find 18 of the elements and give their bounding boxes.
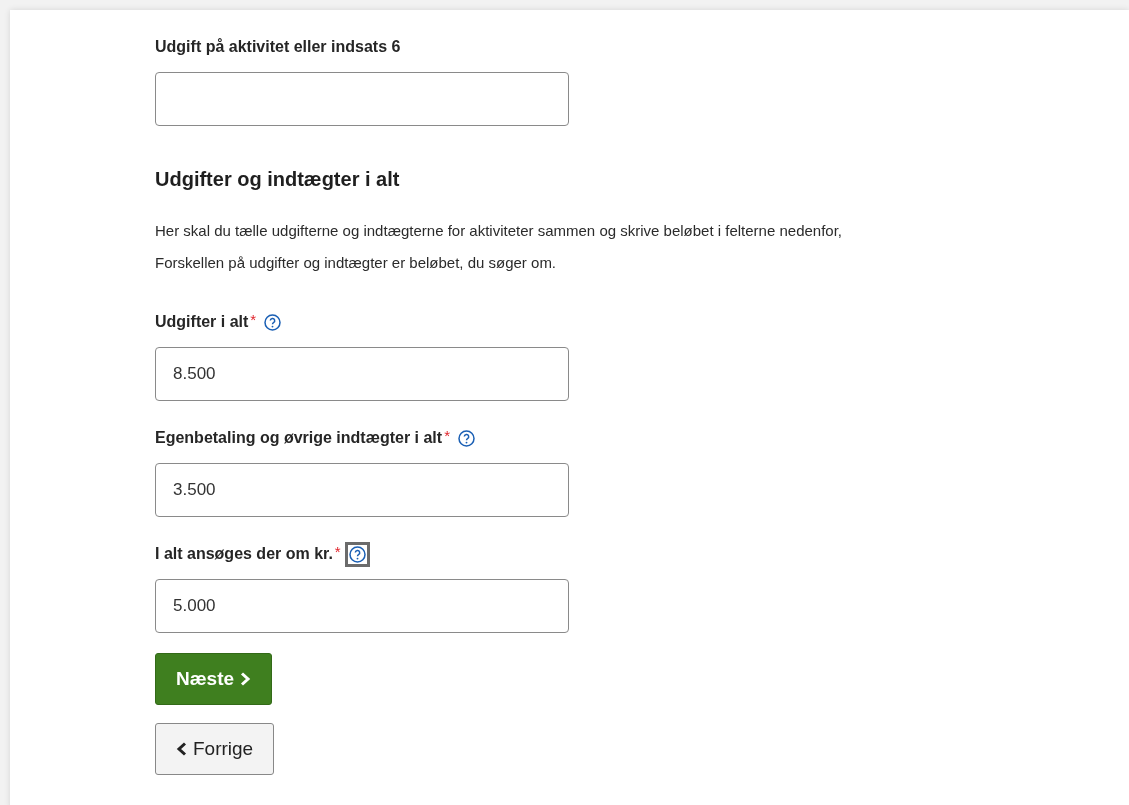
next-button[interactable]: Næste xyxy=(155,653,273,705)
section-heading: Udgifter og indtægter i alt xyxy=(155,168,400,191)
help-icon[interactable] xyxy=(344,541,370,567)
chevron-right-icon xyxy=(240,672,252,686)
field-label: Udgifter i alt xyxy=(155,313,249,331)
section-description: Her skal du tælle udgifterne og indtægterne for aktiviteter sammen og skrive beløbet i felterne nedenfor, Forskellen på udgifter og indtægter er beløbet, du søger om. xyxy=(155,221,843,273)
input-field[interactable]: 8.500 xyxy=(155,347,569,401)
field-label: Udgift på aktivitet eller indsats 6 xyxy=(155,38,401,56)
input-field[interactable]: 3.500 xyxy=(155,463,569,517)
field-label: Egenbetaling og øvrige indtægter i alt xyxy=(155,429,443,447)
required-marker: * xyxy=(334,543,341,560)
previous-button[interactable]: Forrige xyxy=(155,723,275,775)
required-marker: * xyxy=(250,311,257,328)
field-label: I alt ansøges der om kr. xyxy=(155,545,333,563)
chevron-left-icon xyxy=(176,742,187,756)
required-marker: * xyxy=(444,427,450,444)
input-field[interactable] xyxy=(155,72,569,126)
input-field[interactable]: 5.000 xyxy=(155,579,569,633)
